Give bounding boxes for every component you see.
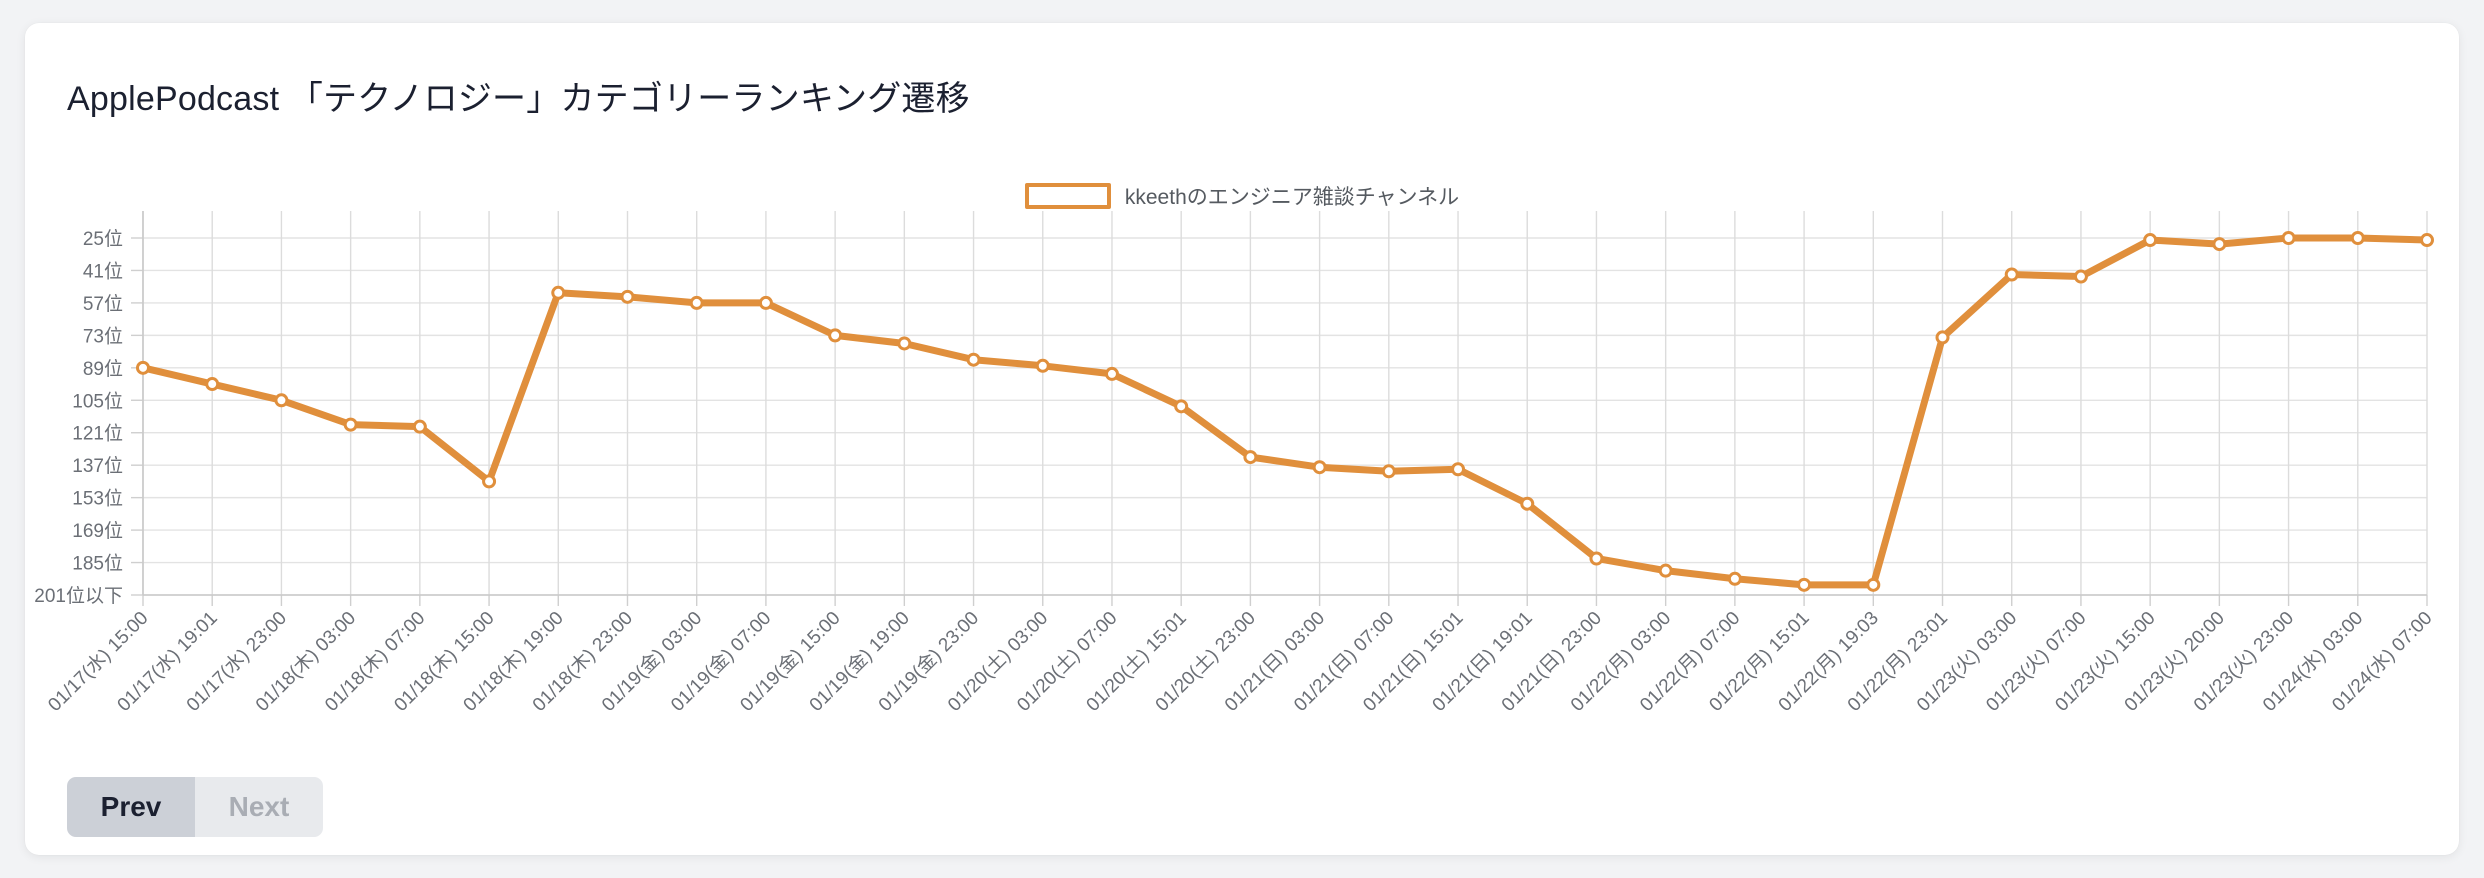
series-data-point[interactable]	[1935, 330, 1950, 345]
series-data-point[interactable]	[205, 377, 220, 392]
y-axis-tick-label: 153位	[72, 488, 123, 510]
series-data-point[interactable]	[689, 295, 704, 310]
y-axis-tick-label: 73位	[83, 325, 123, 347]
next-button[interactable]: Next	[195, 777, 323, 837]
y-axis-tick-label: 41位	[83, 260, 123, 282]
y-axis-tick-label: 137位	[72, 455, 123, 477]
series-data-point[interactable]	[966, 352, 981, 367]
series-data-point[interactable]	[897, 336, 912, 351]
series-data-point[interactable]	[828, 328, 843, 343]
y-axis-tick-label: 105位	[72, 390, 123, 412]
series-data-point[interactable]	[758, 295, 773, 310]
series-data-point[interactable]	[274, 393, 289, 408]
series-data-point[interactable]	[1174, 399, 1189, 414]
chart-card: ApplePodcast 「テクノロジー」カテゴリーランキング遷移 kkeeth…	[25, 23, 2459, 855]
y-axis-tick-label: 57位	[83, 293, 123, 315]
prev-button[interactable]: Prev	[67, 777, 195, 837]
series-data-point[interactable]	[551, 285, 566, 300]
series-data-point[interactable]	[1520, 496, 1535, 511]
series-line	[139, 234, 2431, 589]
series-data-point[interactable]	[2281, 231, 2296, 245]
series-data-point[interactable]	[620, 289, 635, 304]
y-axis-tick-label: 121位	[72, 423, 123, 445]
series-data-point[interactable]	[2004, 267, 2019, 282]
series-data-point[interactable]	[2212, 237, 2227, 252]
ranking-line-chart: 25位 41位 57位 73位 89位 105位 121位 137位 153位 169位 185位 2…	[34, 211, 2437, 716]
series-data-point[interactable]	[1866, 577, 1881, 592]
series-data-point[interactable]	[1589, 551, 1604, 566]
series-data-point[interactable]	[1658, 563, 1673, 578]
series-data-point[interactable]	[1104, 366, 1119, 381]
series-data-point[interactable]	[2143, 233, 2158, 248]
y-axis-tick-label: 201位以下	[34, 585, 123, 607]
series-data-point[interactable]	[1727, 571, 1742, 586]
series-data-point[interactable]	[1797, 577, 1812, 592]
y-axis-tick-label: 25位	[83, 228, 123, 250]
series-data-point[interactable]	[1243, 450, 1258, 465]
series-data-point[interactable]	[412, 419, 427, 434]
y-axis-tick-label: 185位	[72, 553, 123, 575]
series-data-point[interactable]	[1312, 460, 1327, 475]
series-data-point[interactable]	[1451, 462, 1466, 477]
series-data-point[interactable]	[343, 417, 358, 432]
series-data-point[interactable]	[1035, 358, 1050, 373]
series-data-point[interactable]	[482, 474, 497, 489]
series-data-point[interactable]	[1381, 464, 1396, 479]
series-data-point[interactable]	[2420, 233, 2434, 248]
series-data-point[interactable]	[2350, 231, 2365, 245]
pagination-controls: Prev Next	[67, 777, 323, 837]
chart-plot-area: 25位 41位 57位 73位 89位 105位 121位 137位 153位 169位 185位 2…	[25, 23, 2459, 855]
y-axis-tick-label: 169位	[72, 520, 123, 542]
series-data-point[interactable]	[2073, 269, 2088, 284]
y-axis-tick-label: 89位	[83, 358, 123, 380]
series-data-point[interactable]	[136, 360, 150, 375]
